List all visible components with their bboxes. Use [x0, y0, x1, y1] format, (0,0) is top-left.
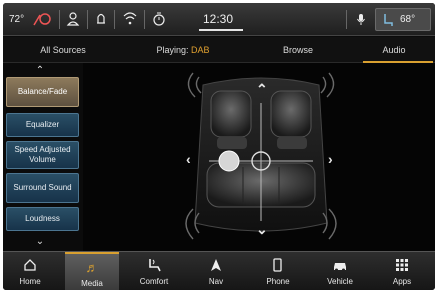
menu-loudness[interactable]: Loudness [6, 207, 79, 231]
navigation-arrow-icon [189, 258, 243, 274]
car-icon [313, 258, 367, 274]
balance-fade-panel: ⌃ ⌄ ‹ › [83, 63, 435, 251]
menu-balance-fade[interactable]: Balance/Fade [6, 77, 79, 107]
nav-home[interactable]: Home [3, 252, 57, 290]
clock[interactable]: 12:30 [203, 3, 233, 36]
menu-equalizer[interactable]: Equalizer [6, 113, 79, 137]
tab-audio[interactable]: Audio [353, 37, 435, 63]
media-tab-bar: All Sources Playing: DAB Browse Audio [3, 37, 435, 63]
outside-temperature: 72° [9, 14, 25, 25]
nav-apps[interactable]: Apps [375, 252, 429, 290]
seat-heat-icon [382, 13, 394, 32]
music-note-icon: ♬ [85, 260, 99, 275]
nav-comfort[interactable]: Comfort [127, 252, 181, 290]
balance-right-arrow-icon[interactable]: › [328, 151, 333, 167]
nav-phone[interactable]: Phone [251, 252, 305, 290]
user-icon[interactable] [66, 3, 80, 36]
nav-media[interactable]: ♬ Media [65, 252, 119, 290]
balance-left-arrow-icon[interactable]: ‹ [186, 151, 191, 167]
tab-now-playing[interactable]: Playing: DAB [123, 37, 243, 63]
microphone-icon[interactable] [356, 3, 366, 36]
balance-fade-handle[interactable] [218, 150, 240, 172]
scroll-up-chevron-icon[interactable]: ⌃ [33, 65, 47, 76]
audio-settings-menu: ⌃ Balance/Fade Equalizer Speed Adjusted … [3, 63, 83, 251]
scroll-down-chevron-icon[interactable]: ⌄ [33, 236, 47, 247]
climate-temperature: 68° [400, 14, 416, 25]
nav-nav[interactable]: Nav [189, 252, 243, 290]
tab-all-sources[interactable]: All Sources [3, 37, 123, 63]
notification-bell-icon[interactable] [95, 3, 107, 36]
apps-grid-icon [375, 258, 429, 274]
climate-temperature-button[interactable]: 68° [375, 8, 431, 31]
fade-rear-arrow-icon[interactable]: ⌄ [256, 221, 268, 238]
fade-front-arrow-icon[interactable]: ⌃ [256, 81, 268, 98]
bottom-nav-bar: Home ♬ Media Comfort Nav Phone Vehicle A… [3, 251, 435, 290]
status-bar: 72° 12:30 68° [3, 3, 435, 36]
seat-comfort-icon [127, 258, 181, 274]
menu-surround-sound[interactable]: Surround Sound [6, 173, 79, 203]
menu-speed-adjusted-volume[interactable]: Speed Adjusted Volume [6, 141, 79, 169]
timer-icon[interactable] [152, 3, 166, 36]
tab-browse[interactable]: Browse [243, 37, 353, 63]
nav-vehicle[interactable]: Vehicle [313, 252, 367, 290]
phone-icon [251, 258, 305, 274]
wifi-icon[interactable] [122, 3, 138, 36]
home-icon [3, 258, 57, 274]
uconnect-screen: 72° 12:30 68° All Sources Playing: DAB B… [3, 3, 435, 290]
driver-profile-icon[interactable] [31, 3, 55, 36]
